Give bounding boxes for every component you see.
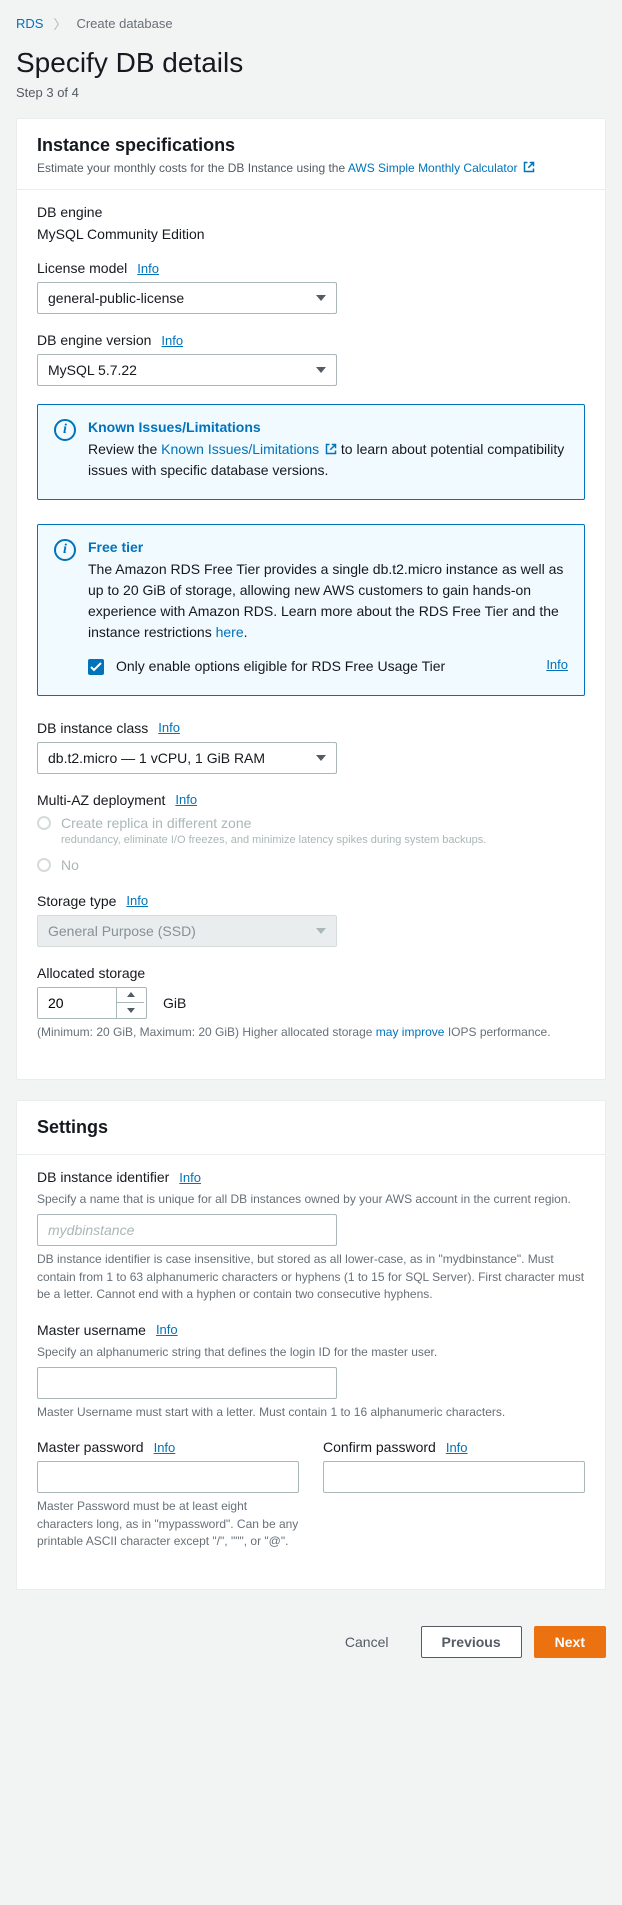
previous-button[interactable]: Previous — [421, 1626, 522, 1658]
free-tier-here-link[interactable]: here — [216, 624, 244, 640]
page-title: Specify DB details — [16, 47, 606, 79]
instance-spec-heading: Instance specifications — [37, 135, 585, 156]
identifier-label: DB instance identifier — [37, 1169, 169, 1185]
may-improve-link[interactable]: may improve — [376, 1025, 445, 1039]
allocated-storage-unit: GiB — [163, 995, 186, 1011]
allocated-storage-label: Allocated storage — [37, 965, 145, 981]
username-label: Master username — [37, 1322, 146, 1338]
license-model-select[interactable]: general-public-license — [37, 282, 337, 314]
free-tier-body: The Amazon RDS Free Tier provides a sing… — [88, 561, 563, 640]
storage-type-select: General Purpose (SSD) — [37, 915, 337, 947]
multiaz-no-label: No — [61, 856, 79, 875]
multiaz-label: Multi-AZ deployment — [37, 792, 165, 808]
username-info-link[interactable]: Info — [156, 1322, 178, 1337]
license-info-link[interactable]: Info — [137, 261, 159, 276]
known-issues-title: Known Issues/Limitations — [88, 419, 568, 435]
check-icon — [90, 662, 102, 672]
confirm-password-info-link[interactable]: Info — [446, 1440, 468, 1455]
external-link-icon — [523, 161, 535, 173]
username-desc: Specify an alphanumeric string that defi… — [37, 1344, 585, 1361]
identifier-info-link[interactable]: Info — [179, 1170, 201, 1185]
known-issues-link[interactable]: Known Issues/Limitations — [161, 441, 341, 457]
password-label: Master password — [37, 1439, 144, 1455]
free-tier-body-post: . — [244, 624, 248, 640]
multiaz-replica-radio — [37, 816, 51, 830]
external-link-icon — [325, 443, 337, 455]
engine-version-label: DB engine version — [37, 332, 151, 348]
breadcrumb-current: Create database — [76, 16, 172, 31]
username-input[interactable] — [37, 1367, 337, 1399]
storage-type-label: Storage type — [37, 893, 116, 909]
instance-class-info-link[interactable]: Info — [158, 720, 180, 735]
multiaz-replica-sub: redundancy, eliminate I/O freezes, and m… — [61, 833, 486, 848]
chevron-right-icon: 〉 — [53, 14, 66, 33]
info-icon: i — [54, 419, 76, 441]
allocated-storage-spinner[interactable] — [37, 987, 147, 1019]
allocated-storage-down[interactable] — [117, 1003, 144, 1018]
settings-panel: Settings DB instance identifier Info Spe… — [16, 1100, 606, 1590]
info-icon: i — [54, 539, 76, 561]
storage-type-info-link[interactable]: Info — [126, 893, 148, 908]
allocated-help-post: IOPS performance. — [444, 1025, 550, 1039]
instance-class-select[interactable]: db.t2.micro — 1 vCPU, 1 GiB RAM — [37, 742, 337, 774]
settings-heading: Settings — [37, 1117, 585, 1138]
allocated-storage-input[interactable] — [38, 988, 116, 1018]
identifier-help: DB instance identifier is case insensiti… — [37, 1251, 585, 1303]
chevron-down-icon — [316, 367, 326, 373]
allocated-help-pre: (Minimum: 20 GiB, Maximum: 20 GiB) Highe… — [37, 1025, 376, 1039]
confirm-password-input[interactable] — [323, 1461, 585, 1493]
password-info-link[interactable]: Info — [154, 1440, 176, 1455]
cancel-button[interactable]: Cancel — [325, 1626, 409, 1658]
chevron-down-icon — [316, 755, 326, 761]
multiaz-info-link[interactable]: Info — [175, 792, 197, 807]
multiaz-replica-label: Create replica in different zone — [61, 814, 486, 833]
allocated-storage-up[interactable] — [117, 988, 144, 1004]
db-engine-value: MySQL Community Edition — [37, 226, 585, 242]
chevron-down-icon — [316, 295, 326, 301]
chevron-down-icon — [316, 928, 326, 934]
caret-down-icon — [127, 1008, 135, 1013]
monthly-calculator-link[interactable]: AWS Simple Monthly Calculator — [348, 161, 535, 175]
step-indicator: Step 3 of 4 — [16, 85, 606, 100]
wizard-footer: Cancel Previous Next — [16, 1610, 606, 1658]
password-input[interactable] — [37, 1461, 299, 1493]
username-help: Master Username must start with a letter… — [37, 1404, 585, 1421]
free-tier-title: Free tier — [88, 539, 568, 555]
instance-specifications-panel: Instance specifications Estimate your mo… — [16, 118, 606, 1080]
db-engine-label: DB engine — [37, 204, 102, 220]
free-tier-checkbox[interactable] — [88, 659, 104, 675]
free-tier-callout: i Free tier The Amazon RDS Free Tier pro… — [37, 524, 585, 696]
free-tier-info-link[interactable]: Info — [546, 657, 568, 672]
cost-desc-text: Estimate your monthly costs for the DB I… — [37, 161, 348, 175]
breadcrumb: RDS 〉 Create database — [16, 8, 606, 47]
instance-class-label: DB instance class — [37, 720, 148, 736]
engine-version-info-link[interactable]: Info — [161, 333, 183, 348]
known-issues-callout: i Known Issues/Limitations Review the Kn… — [37, 404, 585, 500]
identifier-desc: Specify a name that is unique for all DB… — [37, 1191, 585, 1208]
known-issues-pre: Review the — [88, 441, 161, 457]
next-button[interactable]: Next — [534, 1626, 606, 1658]
breadcrumb-root-link[interactable]: RDS — [16, 16, 43, 31]
password-help: Master Password must be at least eight c… — [37, 1498, 299, 1550]
free-tier-checkbox-label: Only enable options eligible for RDS Fre… — [116, 657, 534, 677]
license-model-label: License model — [37, 260, 127, 276]
multiaz-no-radio — [37, 858, 51, 872]
confirm-password-label: Confirm password — [323, 1439, 436, 1455]
engine-version-select[interactable]: MySQL 5.7.22 — [37, 354, 337, 386]
identifier-input[interactable] — [37, 1214, 337, 1246]
caret-up-icon — [127, 992, 135, 997]
